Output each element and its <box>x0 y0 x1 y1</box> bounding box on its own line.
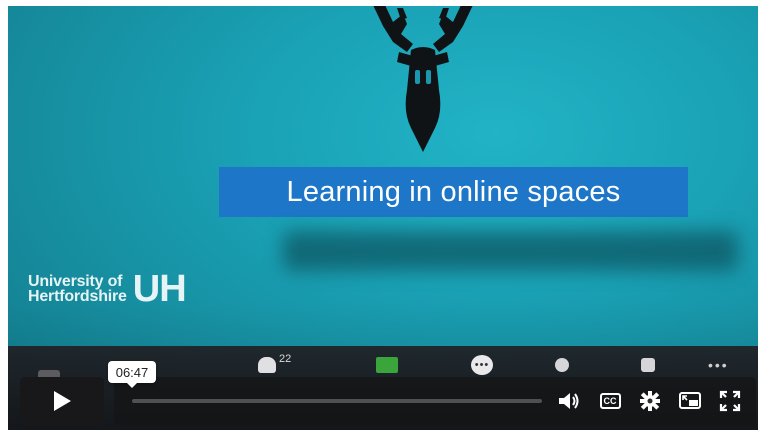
captions-icon: CC <box>599 393 621 409</box>
reactions-item <box>555 354 569 376</box>
university-logo: University of Hertfordshire UH <box>28 268 187 310</box>
play-button[interactable] <box>20 377 104 425</box>
title-banner: Learning in online spaces <box>219 167 688 217</box>
chat-icon: ••• <box>471 355 493 375</box>
video-title-text: Learning in online spaces <box>286 175 621 208</box>
toolbar-settings-item <box>641 354 655 376</box>
blurred-shadow <box>283 231 738 271</box>
participants-icon <box>258 357 276 373</box>
captions-button[interactable]: CC <box>596 387 624 415</box>
participants-count: 22 <box>279 353 292 365</box>
share-screen-item <box>376 354 398 376</box>
settings-button[interactable] <box>636 387 664 415</box>
fullscreen-button[interactable] <box>716 387 744 415</box>
progress-bar[interactable] <box>132 399 542 403</box>
university-line1: University of <box>28 273 123 290</box>
chat-item: ••• <box>471 354 493 376</box>
hover-time-text: 06:47 <box>115 364 149 380</box>
participants-item: 22 <box>258 353 292 376</box>
gear-icon <box>640 391 660 411</box>
hover-time-tooltip: 06:47 <box>108 361 156 388</box>
university-mark: UH <box>132 268 187 310</box>
share-screen-icon <box>376 357 398 373</box>
picture-in-picture-button[interactable] <box>676 387 704 415</box>
volume-button[interactable] <box>555 387 583 415</box>
more-icon: ••• <box>708 357 729 373</box>
stag-logo-icon <box>373 6 473 152</box>
reactions-icon <box>555 358 569 372</box>
play-icon <box>54 391 71 411</box>
picture-in-picture-icon <box>679 392 701 409</box>
toolbar-more-item: ••• <box>708 354 729 376</box>
toolbar-settings-icon <box>641 358 655 372</box>
fullscreen-icon <box>719 390 741 412</box>
video-player[interactable]: Learning in online spaces University of … <box>8 6 758 430</box>
volume-icon <box>559 393 579 409</box>
university-line2: Hertfordshire <box>28 288 127 305</box>
